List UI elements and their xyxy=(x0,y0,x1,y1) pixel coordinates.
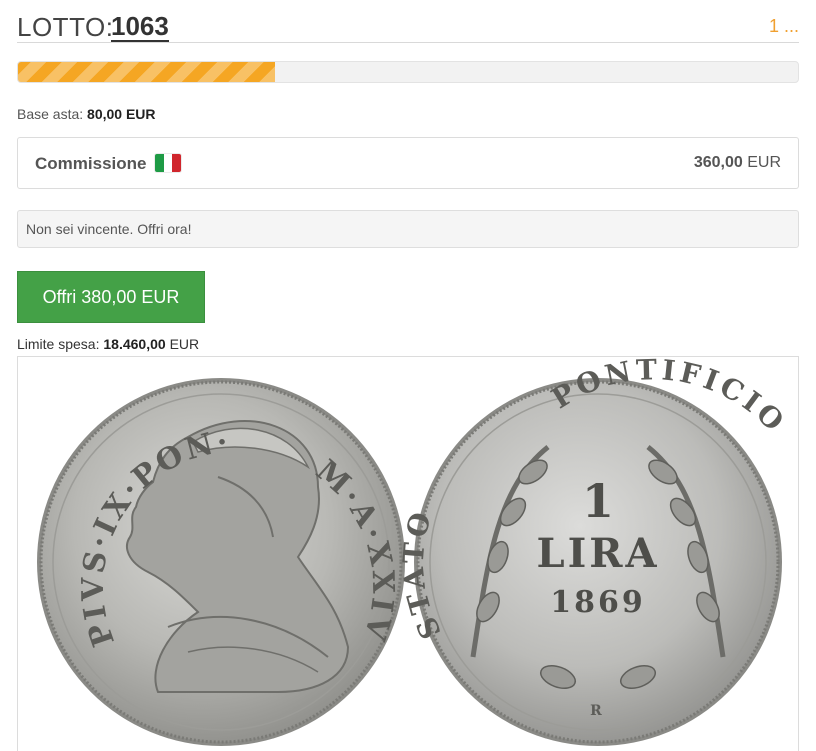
italy-flag-icon xyxy=(155,154,181,172)
reverse-unit: LIRA xyxy=(536,530,659,577)
auction-progress-bar xyxy=(17,61,799,83)
base-price-value: 80,00 EUR xyxy=(87,106,156,122)
base-price-label: Base asta: xyxy=(17,106,84,122)
lot-header: LOTTO: 1063 1 ... xyxy=(17,8,799,43)
commission-label: Commissione xyxy=(35,154,147,173)
commission-value: 360,00 xyxy=(693,154,743,171)
pager-link[interactable]: 1 ... xyxy=(769,16,799,37)
spending-limit: Limite spesa: 18.460,00 EUR xyxy=(17,336,199,352)
spending-limit-label: Limite spesa: xyxy=(17,336,100,352)
commission-currency: EUR xyxy=(747,154,781,171)
coin-reverse: STATO PONTIFICIO 1 LIRA 1869 R xyxy=(397,357,789,746)
reverse-value: 1 xyxy=(582,474,614,528)
offer-button[interactable]: Offri 380,00 EUR xyxy=(17,271,205,323)
bid-status-notice: Non sei vincente. Offri ora! xyxy=(17,210,799,248)
lot-label: LOTTO: xyxy=(17,12,114,42)
coin-obverse: PIVS·IX·PON· M·A·XXIV xyxy=(37,378,405,746)
coin-image: PIVS·IX·PON· M·A·XXIV STATO PONTIFICIO 1… xyxy=(37,357,789,746)
bid-status-text: Non sei vincente. Offri ora! xyxy=(26,221,192,237)
commission-amount: 360,00 EUR xyxy=(694,154,781,172)
spending-limit-currency: EUR xyxy=(169,336,200,352)
reverse-year: 1869 xyxy=(550,585,646,620)
spending-limit-value: 18.460,00 xyxy=(103,336,166,352)
base-price: Base asta: 80,00 EUR xyxy=(17,106,156,122)
progress-fill xyxy=(18,62,276,82)
commission-box: Commissione 360,00 EUR xyxy=(17,137,799,189)
mint-mark: R xyxy=(590,703,602,719)
lot-number: 1063 xyxy=(111,11,169,42)
lot-image[interactable]: PIVS·IX·PON· M·A·XXIV STATO PONTIFICIO 1… xyxy=(17,356,799,751)
